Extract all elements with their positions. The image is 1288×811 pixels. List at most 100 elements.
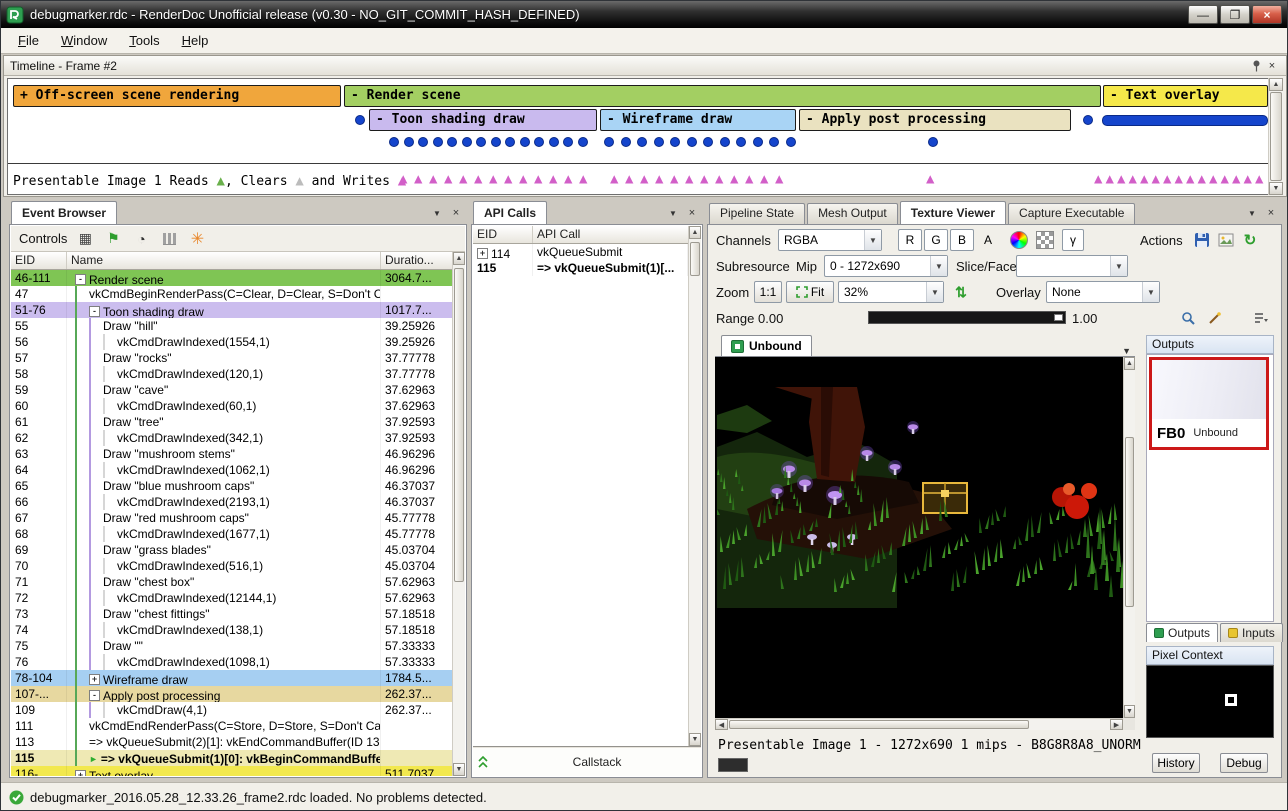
- usage-marker[interactable]: ▲: [1244, 171, 1252, 187]
- usage-marker[interactable]: ▲: [579, 171, 587, 187]
- tab-inputs[interactable]: Inputs: [1220, 623, 1283, 642]
- draw-marker-dot[interactable]: [549, 137, 559, 147]
- menu-window[interactable]: Window: [50, 29, 118, 52]
- usage-marker[interactable]: ▲: [519, 171, 527, 187]
- usage-marker[interactable]: ▲: [685, 171, 693, 187]
- event-row[interactable]: 78-104+Wireframe draw1784.5...: [11, 670, 452, 686]
- scrollbar-thumb[interactable]: [690, 242, 700, 276]
- scroll-down-icon[interactable]: ▼: [1124, 705, 1135, 718]
- expand-toggle[interactable]: -: [89, 690, 100, 701]
- tab-texture-viewer[interactable]: Texture Viewer: [900, 201, 1006, 224]
- stats-icon[interactable]: [159, 229, 179, 249]
- menu-file[interactable]: File: [7, 29, 50, 52]
- api-calls-scrollbar[interactable]: ▲ ▼: [688, 226, 701, 746]
- event-row[interactable]: 60vkCmdDrawIndexed(60,1)37.62963: [11, 398, 452, 414]
- timeline-block-offscreen[interactable]: + Off-screen scene rendering: [13, 85, 341, 107]
- expand-toggle[interactable]: +: [89, 674, 100, 685]
- gamma-button[interactable]: γ: [1062, 229, 1084, 251]
- scroll-right-icon[interactable]: ▶: [1110, 719, 1123, 730]
- draw-marker-dot[interactable]: [476, 137, 486, 147]
- draw-marker-dot[interactable]: [621, 137, 631, 147]
- event-row[interactable]: 61Draw "tree"37.92593: [11, 414, 452, 430]
- channels-dropdown[interactable]: RGBA▼: [778, 229, 882, 251]
- usage-marker[interactable]: ▲: [1140, 171, 1148, 187]
- usage-marker[interactable]: ▲: [444, 171, 452, 187]
- menu-tools[interactable]: Tools: [118, 29, 170, 52]
- close-icon[interactable]: ×: [1264, 206, 1278, 220]
- event-row[interactable]: 57Draw "rocks"37.77778: [11, 350, 452, 366]
- event-row[interactable]: 62vkCmdDrawIndexed(342,1)37.92593: [11, 430, 452, 446]
- chevron-down-icon[interactable]: ▼: [430, 206, 444, 220]
- pixel-context-view[interactable]: [1146, 665, 1274, 738]
- timeline-block-post[interactable]: - Apply post processing: [799, 109, 1071, 131]
- usage-marker[interactable]: ▲: [1186, 171, 1194, 187]
- zoom-range-icon[interactable]: [1178, 307, 1198, 329]
- usage-marker[interactable]: ▲: [1175, 171, 1183, 187]
- usage-marker[interactable]: ▲: [1106, 171, 1114, 187]
- fb0-thumbnail[interactable]: FB0 Unbound: [1149, 357, 1269, 450]
- autofit-wand-icon[interactable]: [1204, 307, 1224, 329]
- usage-marker[interactable]: ▲: [459, 171, 467, 187]
- usage-marker[interactable]: ▲: [534, 171, 542, 187]
- usage-marker[interactable]: ▲: [1129, 171, 1137, 187]
- usage-marker[interactable]: ▲: [715, 171, 723, 187]
- texture-hscrollbar[interactable]: ◀ ▶: [715, 718, 1123, 730]
- draw-marker-dot[interactable]: [786, 137, 796, 147]
- draw-marker-dot[interactable]: [769, 137, 779, 147]
- usage-marker[interactable]: ▲: [730, 171, 738, 187]
- timeline-block-wireframe[interactable]: - Wireframe draw: [600, 109, 796, 131]
- draw-marker-dot[interactable]: [736, 137, 746, 147]
- draw-marker-dot[interactable]: [418, 137, 428, 147]
- event-row[interactable]: 46-111-Render scene3064.7...: [11, 270, 452, 286]
- close-icon[interactable]: ×: [685, 206, 699, 220]
- timeline-block-toon[interactable]: - Toon shading draw: [369, 109, 597, 131]
- close-icon[interactable]: ×: [449, 206, 463, 220]
- flip-vertical-icon[interactable]: ⇅: [950, 281, 972, 303]
- draw-marker-dot[interactable]: [505, 137, 515, 147]
- channel-blue-button[interactable]: B: [950, 229, 974, 251]
- scroll-down-icon[interactable]: ▼: [689, 733, 701, 746]
- draw-marker-dot[interactable]: [720, 137, 730, 147]
- usage-marker[interactable]: ▲: [1255, 171, 1263, 187]
- scroll-up-icon[interactable]: ▲: [689, 226, 701, 239]
- event-row[interactable]: 58vkCmdDrawIndexed(120,1)37.77778: [11, 366, 452, 382]
- draw-marker-dot[interactable]: [534, 137, 544, 147]
- scrollbar-thumb[interactable]: [454, 268, 464, 582]
- usage-marker[interactable]: ▲: [414, 171, 422, 187]
- api-call-row[interactable]: +114vkQueueSubmit: [473, 244, 688, 260]
- draw-marker-dot[interactable]: [433, 137, 443, 147]
- usage-marker[interactable]: ▲: [625, 171, 633, 187]
- timeline-canvas[interactable]: + Off-screen scene rendering- Render sce…: [7, 78, 1269, 195]
- usage-marker[interactable]: ▲: [564, 171, 572, 187]
- draw-marker-bar[interactable]: [1102, 115, 1268, 126]
- column-name[interactable]: Name: [67, 252, 381, 269]
- chevron-down-icon[interactable]: ▼: [1122, 346, 1131, 356]
- column-api-call[interactable]: API Call: [533, 226, 688, 243]
- event-row[interactable]: 111vkCmdEndRenderPass(C=Store, D=Store, …: [11, 718, 452, 734]
- scroll-down-icon[interactable]: ▼: [1269, 182, 1283, 195]
- timeline-block-render[interactable]: - Render scene: [344, 85, 1101, 107]
- column-eid[interactable]: EID: [473, 226, 533, 243]
- event-row[interactable]: 116-...+Text overlay511.7037: [11, 766, 452, 776]
- column-duration[interactable]: Duratio...: [381, 252, 452, 269]
- tab-api-calls[interactable]: API Calls: [473, 201, 547, 224]
- range-slider[interactable]: [868, 311, 1066, 324]
- draw-marker-dot[interactable]: [389, 137, 399, 147]
- event-row[interactable]: 71Draw "chest box"57.62963: [11, 574, 452, 590]
- pin-icon[interactable]: [1248, 58, 1264, 73]
- chevron-down-icon[interactable]: ▼: [1245, 206, 1259, 220]
- tab-outputs[interactable]: Outputs: [1146, 623, 1218, 642]
- save-icon[interactable]: [1192, 229, 1212, 251]
- chevron-down-icon[interactable]: ▼: [666, 206, 680, 220]
- channel-alpha-button[interactable]: A: [978, 229, 998, 251]
- usage-marker[interactable]: ▲: [474, 171, 482, 187]
- draw-marker-dot[interactable]: [447, 137, 457, 147]
- event-row[interactable]: 109vkCmdDraw(4,1)262.37...: [11, 702, 452, 718]
- time-durations-icon[interactable]: ◔: [131, 229, 151, 249]
- filter-grid-icon[interactable]: ▦: [75, 229, 95, 249]
- event-row[interactable]: 51-76-Toon shading draw1017.7...: [11, 302, 452, 318]
- texture-image[interactable]: [717, 387, 1124, 608]
- draw-marker-dot[interactable]: [355, 115, 365, 125]
- event-row[interactable]: 63Draw "mushroom stems"46.96296: [11, 446, 452, 462]
- usage-marker[interactable]: ▲: [549, 171, 557, 187]
